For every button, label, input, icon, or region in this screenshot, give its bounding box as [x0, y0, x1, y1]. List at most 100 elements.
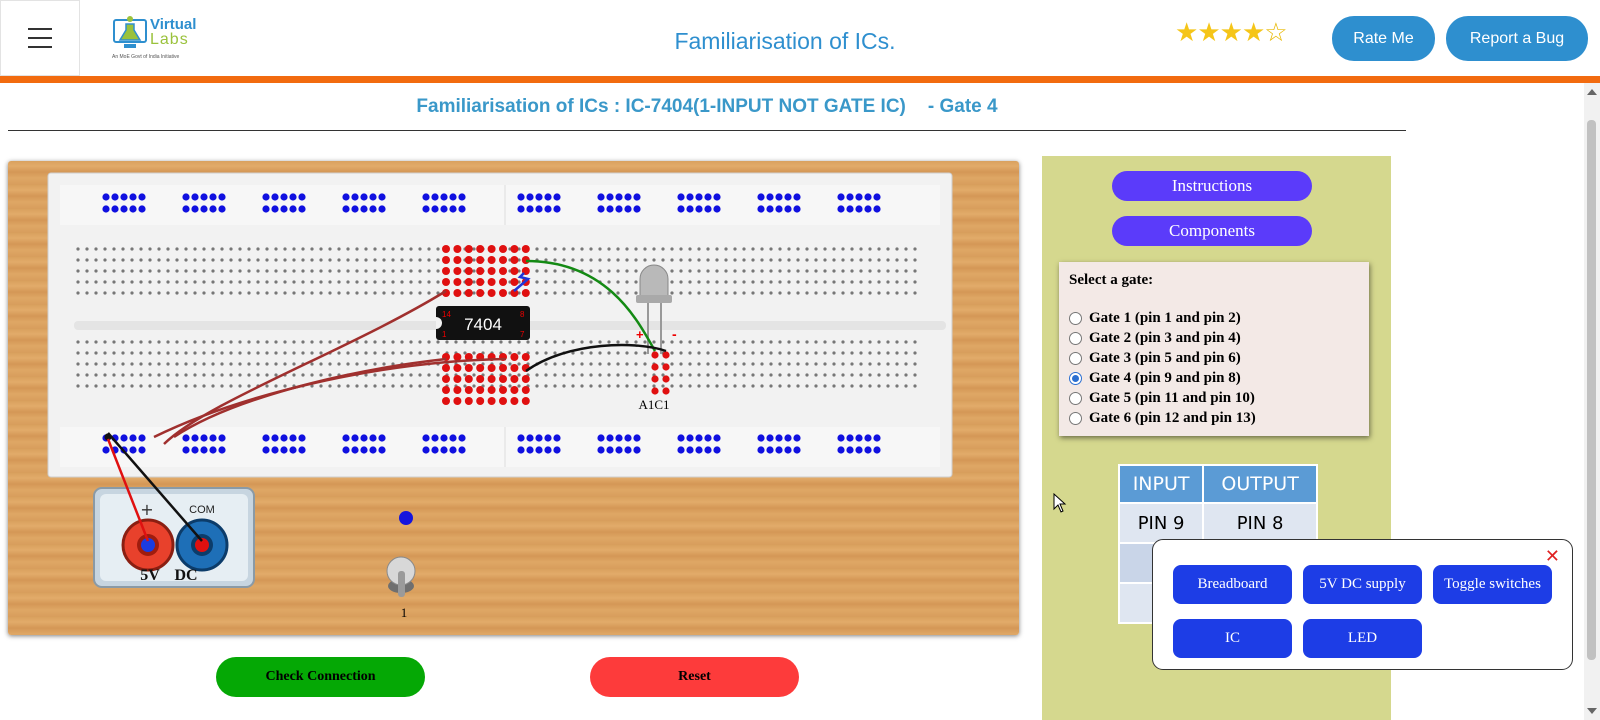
breadboard-hole[interactable] [580, 258, 584, 262]
breadboard-hole[interactable] [229, 351, 233, 355]
breadboard-hole[interactable] [238, 340, 242, 344]
breadboard-hole[interactable] [499, 340, 503, 344]
breadboard-hole[interactable] [238, 258, 242, 262]
breadboard-hole[interactable] [200, 446, 208, 454]
breadboard-hole[interactable] [328, 373, 332, 377]
breadboard-hole[interactable] [510, 278, 519, 286]
breadboard-hole[interactable] [130, 247, 134, 251]
breadboard-hole[interactable] [157, 373, 161, 377]
breadboard-hole[interactable] [913, 280, 917, 284]
breadboard-hole[interactable] [436, 258, 440, 262]
breadboard-hole[interactable] [553, 291, 557, 295]
breadboard-hole[interactable] [913, 384, 917, 388]
breadboard-hole[interactable] [553, 384, 557, 388]
breadboard-hole[interactable] [850, 291, 854, 295]
breadboard-hole[interactable] [814, 362, 818, 366]
radio-button[interactable] [1069, 311, 1082, 325]
breadboard-hole[interactable] [103, 373, 107, 377]
breadboard-hole[interactable] [841, 269, 845, 273]
breadboard-hole[interactable] [814, 291, 818, 295]
breadboard-hole[interactable] [633, 205, 641, 213]
breadboard-hole[interactable] [193, 362, 197, 366]
breadboard-hole[interactable] [805, 269, 809, 273]
breadboard-hole[interactable] [706, 373, 710, 377]
breadboard-hole[interactable] [464, 364, 473, 372]
breadboard-hole[interactable] [733, 269, 737, 273]
breadboard-hole[interactable] [841, 280, 845, 284]
breadboard-hole[interactable] [76, 340, 80, 344]
breadboard-hole[interactable] [634, 362, 638, 366]
breadboard-hole[interactable] [364, 258, 368, 262]
breadboard-hole[interactable] [166, 247, 170, 251]
breadboard-hole[interactable] [342, 193, 350, 201]
breadboard-hole[interactable] [209, 434, 217, 442]
breadboard-hole[interactable] [634, 384, 638, 388]
breadboard-hole[interactable] [625, 247, 629, 251]
breadboard-hole[interactable] [553, 247, 557, 251]
breadboard-hole[interactable] [148, 269, 152, 273]
breadboard-hole[interactable] [184, 340, 188, 344]
breadboard-hole[interactable] [526, 193, 534, 201]
breadboard-hole[interactable] [742, 280, 746, 284]
breadboard-hole[interactable] [337, 269, 341, 273]
breadboard-hole[interactable] [913, 291, 917, 295]
breadboard-hole[interactable] [476, 375, 485, 383]
star-filled-icon[interactable]: ★ [1220, 17, 1243, 47]
breadboard-hole[interactable] [458, 205, 466, 213]
breadboard-hole[interactable] [427, 340, 431, 344]
breadboard-hole[interactable] [220, 384, 224, 388]
breadboard-hole[interactable] [697, 291, 701, 295]
breadboard-hole[interactable] [913, 340, 917, 344]
breadboard-hole[interactable] [886, 280, 890, 284]
breadboard-hole[interactable] [274, 247, 278, 251]
breadboard-hole[interactable] [373, 291, 377, 295]
breadboard-hole[interactable] [760, 351, 764, 355]
breadboard-hole[interactable] [409, 351, 413, 355]
breadboard-hole[interactable] [319, 351, 323, 355]
breadboard-button[interactable]: Breadboard [1173, 565, 1292, 604]
breadboard-hole[interactable] [202, 258, 206, 262]
breadboard-hole[interactable] [121, 247, 125, 251]
breadboard-hole[interactable] [688, 373, 692, 377]
breadboard-hole[interactable] [679, 258, 683, 262]
breadboard-hole[interactable] [373, 340, 377, 344]
breadboard-hole[interactable] [121, 373, 125, 377]
breadboard-hole[interactable] [76, 351, 80, 355]
breadboard-hole[interactable] [873, 446, 881, 454]
breadboard-hole[interactable] [409, 291, 413, 295]
breadboard-hole[interactable] [535, 193, 543, 201]
breadboard-hole[interactable] [229, 247, 233, 251]
breadboard-hole[interactable] [832, 291, 836, 295]
breadboard-hole[interactable] [453, 267, 462, 275]
toggle-switch-1[interactable] [386, 556, 416, 597]
breadboard-hole[interactable] [805, 340, 809, 344]
breadboard-hole[interactable] [191, 193, 199, 201]
breadboard-hole[interactable] [724, 362, 728, 366]
breadboard-hole[interactable] [85, 291, 89, 295]
breadboard-hole[interactable] [487, 386, 496, 394]
breadboard-hole[interactable] [373, 269, 377, 273]
breadboard-hole[interactable] [440, 434, 448, 442]
breadboard-hole[interactable] [615, 193, 623, 201]
breadboard-hole[interactable] [442, 397, 450, 405]
breadboard-hole[interactable] [464, 289, 473, 297]
breadboard-hole[interactable] [103, 269, 107, 273]
breadboard-hole[interactable] [103, 384, 107, 388]
breadboard-hole[interactable] [589, 362, 593, 366]
breadboard-hole[interactable] [148, 362, 152, 366]
breadboard-hole[interactable] [895, 258, 899, 262]
breadboard-hole[interactable] [94, 269, 98, 273]
breadboard-hole[interactable] [616, 340, 620, 344]
breadboard-hole[interactable] [535, 269, 539, 273]
breadboard-hole[interactable] [742, 384, 746, 388]
breadboard-hole[interactable] [670, 373, 674, 377]
breadboard-hole[interactable] [616, 258, 620, 262]
breadboard-hole[interactable] [202, 247, 206, 251]
breadboard-hole[interactable] [553, 446, 561, 454]
breadboard-hole[interactable] [553, 258, 557, 262]
breadboard-hole[interactable] [346, 269, 350, 273]
breadboard-hole[interactable] [757, 446, 765, 454]
breadboard-hole[interactable] [913, 362, 917, 366]
breadboard-hole[interactable] [796, 340, 800, 344]
breadboard-hole[interactable] [464, 386, 473, 394]
